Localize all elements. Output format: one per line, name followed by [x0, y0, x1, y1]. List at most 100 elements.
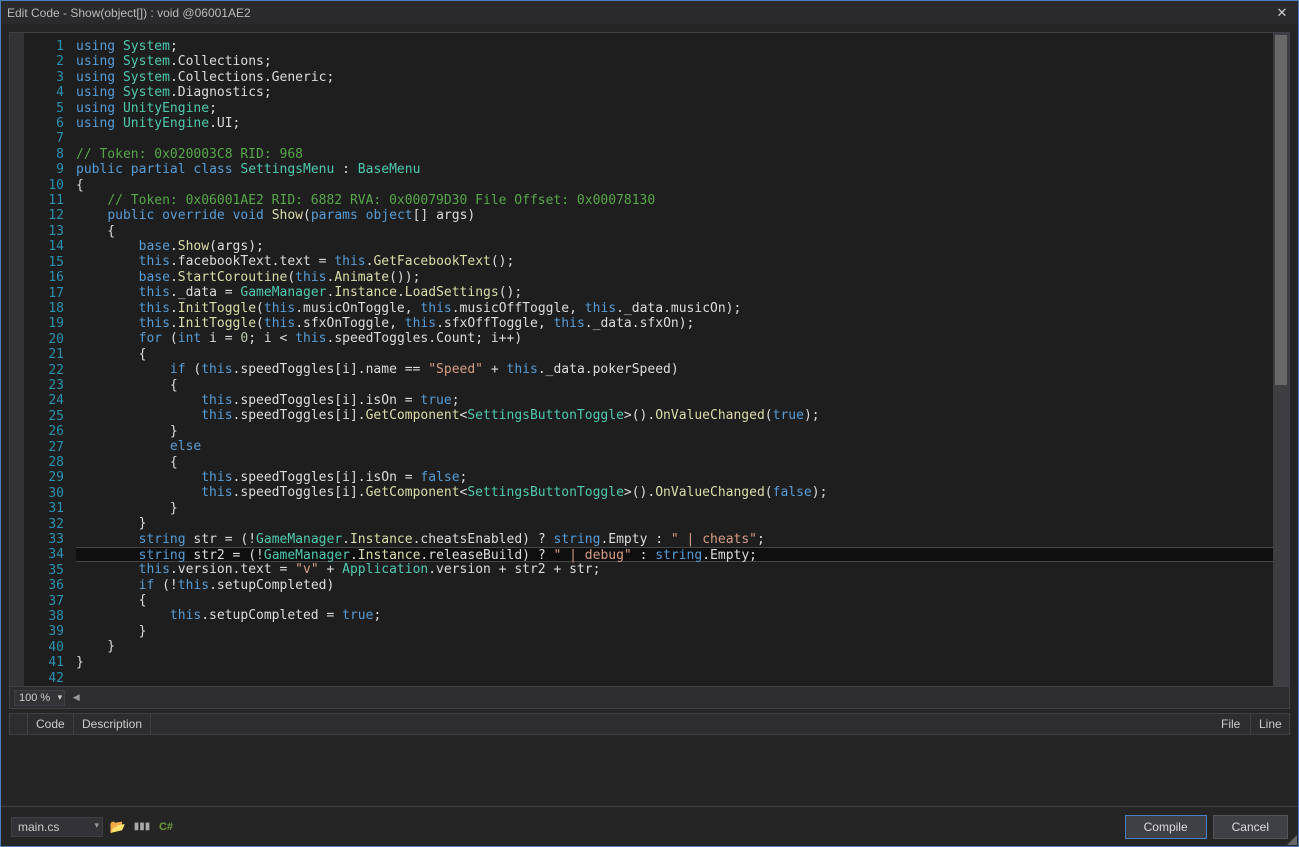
code-line[interactable]: base.StartCoroutine(this.Animate());: [76, 270, 1289, 285]
line-number: 26: [24, 424, 64, 439]
line-number: 19: [24, 316, 64, 331]
binary-icon[interactable]: ▮▮▮: [133, 818, 151, 836]
line-number: 11: [24, 193, 64, 208]
line-number: 35: [24, 563, 64, 578]
code-line[interactable]: using System.Diagnostics;: [76, 85, 1289, 100]
code-line[interactable]: this.speedToggles[i].isOn = true;: [76, 393, 1289, 408]
code-line[interactable]: }: [76, 639, 1289, 654]
file-dropdown[interactable]: main.cs: [11, 817, 103, 837]
file-column[interactable]: File: [1213, 714, 1251, 734]
error-list-header: Code Description File Line: [9, 713, 1290, 735]
code-line[interactable]: [76, 670, 1289, 685]
code-line[interactable]: using UnityEngine;: [76, 101, 1289, 116]
code-line[interactable]: }: [76, 516, 1289, 531]
scroll-thumb[interactable]: [1275, 35, 1287, 385]
description-column[interactable]: Description: [74, 714, 151, 734]
line-number: 34: [24, 547, 64, 562]
code-line[interactable]: // Token: 0x020003C8 RID: 968: [76, 147, 1289, 162]
line-number: 30: [24, 486, 64, 501]
line-number: 14: [24, 239, 64, 254]
line-number: 9: [24, 162, 64, 177]
code-editor[interactable]: 1234567891011121314151617181920212223242…: [9, 32, 1290, 687]
code-line[interactable]: this.speedToggles[i].GetComponent<Settin…: [76, 485, 1289, 500]
code-column[interactable]: Code: [28, 714, 74, 734]
code-line[interactable]: string str = (!GameManager.Instance.chea…: [76, 532, 1289, 547]
line-number: 16: [24, 270, 64, 285]
line-number: 23: [24, 378, 64, 393]
line-number: 41: [24, 655, 64, 670]
code-line[interactable]: {: [76, 224, 1289, 239]
code-line[interactable]: }: [76, 655, 1289, 670]
line-number: 12: [24, 208, 64, 223]
code-line[interactable]: {: [76, 455, 1289, 470]
code-line[interactable]: this.speedToggles[i].isOn = false;: [76, 470, 1289, 485]
csharp-icon[interactable]: C#: [157, 818, 175, 836]
code-line[interactable]: this.version.text = "v" + Application.ve…: [76, 562, 1289, 577]
scroll-left-icon[interactable]: ◀: [69, 691, 83, 705]
compile-button[interactable]: Compile: [1125, 815, 1207, 839]
code-content[interactable]: using System;using System.Collections;us…: [72, 33, 1289, 686]
code-line[interactable]: {: [76, 378, 1289, 393]
error-list-body[interactable]: [9, 735, 1290, 806]
line-number: 42: [24, 671, 64, 686]
code-line[interactable]: for (int i = 0; i < this.speedToggles.Co…: [76, 331, 1289, 346]
close-icon[interactable]: ✕: [1272, 5, 1292, 21]
code-line[interactable]: this.InitToggle(this.musicOnToggle, this…: [76, 301, 1289, 316]
error-icon-column[interactable]: [10, 714, 28, 734]
code-line[interactable]: using System;: [76, 39, 1289, 54]
code-line[interactable]: {: [76, 178, 1289, 193]
line-number: 1: [24, 39, 64, 54]
cancel-button[interactable]: Cancel: [1213, 815, 1288, 839]
line-number: 28: [24, 455, 64, 470]
code-line[interactable]: this.speedToggles[i].GetComponent<Settin…: [76, 408, 1289, 423]
line-number: 6: [24, 116, 64, 131]
line-number: 36: [24, 578, 64, 593]
code-line[interactable]: {: [76, 347, 1289, 362]
code-line[interactable]: }: [76, 624, 1289, 639]
vertical-scrollbar[interactable]: [1273, 33, 1289, 686]
code-line[interactable]: this.setupCompleted = true;: [76, 608, 1289, 623]
line-number: 3: [24, 70, 64, 85]
code-line[interactable]: // Token: 0x06001AE2 RID: 6882 RVA: 0x00…: [76, 193, 1289, 208]
line-number: 7: [24, 131, 64, 146]
code-line[interactable]: [76, 131, 1289, 146]
code-line[interactable]: base.Show(args);: [76, 239, 1289, 254]
breakpoint-margin[interactable]: [10, 33, 24, 686]
line-number: 8: [24, 147, 64, 162]
code-line[interactable]: }: [76, 424, 1289, 439]
line-number: 40: [24, 640, 64, 655]
code-line[interactable]: if (!this.setupCompleted): [76, 578, 1289, 593]
line-number: 24: [24, 393, 64, 408]
code-line[interactable]: if (this.speedToggles[i].name == "Speed"…: [76, 362, 1289, 377]
code-line[interactable]: public override void Show(params object[…: [76, 208, 1289, 223]
code-line[interactable]: using UnityEngine.UI;: [76, 116, 1289, 131]
line-number: 5: [24, 101, 64, 116]
code-line[interactable]: this._data = GameManager.Instance.LoadSe…: [76, 285, 1289, 300]
code-line[interactable]: }: [76, 501, 1289, 516]
line-number: 15: [24, 255, 64, 270]
code-line[interactable]: {: [76, 593, 1289, 608]
editor-statusbar: 100 % ◀: [9, 687, 1290, 709]
line-number: 4: [24, 85, 64, 100]
line-number: 21: [24, 347, 64, 362]
code-line[interactable]: this.InitToggle(this.sfxOnToggle, this.s…: [76, 316, 1289, 331]
line-number: 38: [24, 609, 64, 624]
line-number: 33: [24, 532, 64, 547]
zoom-dropdown[interactable]: 100 %: [14, 690, 65, 706]
resize-grip-icon[interactable]: [1283, 831, 1297, 845]
code-line[interactable]: else: [76, 439, 1289, 454]
line-column[interactable]: Line: [1251, 714, 1289, 734]
code-line[interactable]: using System.Collections;: [76, 54, 1289, 69]
code-line[interactable]: string str2 = (!GameManager.Instance.rel…: [76, 547, 1289, 562]
open-folder-icon[interactable]: 📂: [109, 818, 127, 836]
titlebar: Edit Code - Show(object[]) : void @06001…: [0, 0, 1299, 24]
window-title: Edit Code - Show(object[]) : void @06001…: [7, 6, 1272, 20]
line-number: 22: [24, 363, 64, 378]
main-panel: 1234567891011121314151617181920212223242…: [0, 24, 1299, 847]
line-number: 18: [24, 301, 64, 316]
code-line[interactable]: using System.Collections.Generic;: [76, 70, 1289, 85]
code-line[interactable]: public partial class SettingsMenu : Base…: [76, 162, 1289, 177]
line-number: 37: [24, 594, 64, 609]
code-line[interactable]: this.facebookText.text = this.GetFaceboo…: [76, 254, 1289, 269]
line-number: 13: [24, 224, 64, 239]
